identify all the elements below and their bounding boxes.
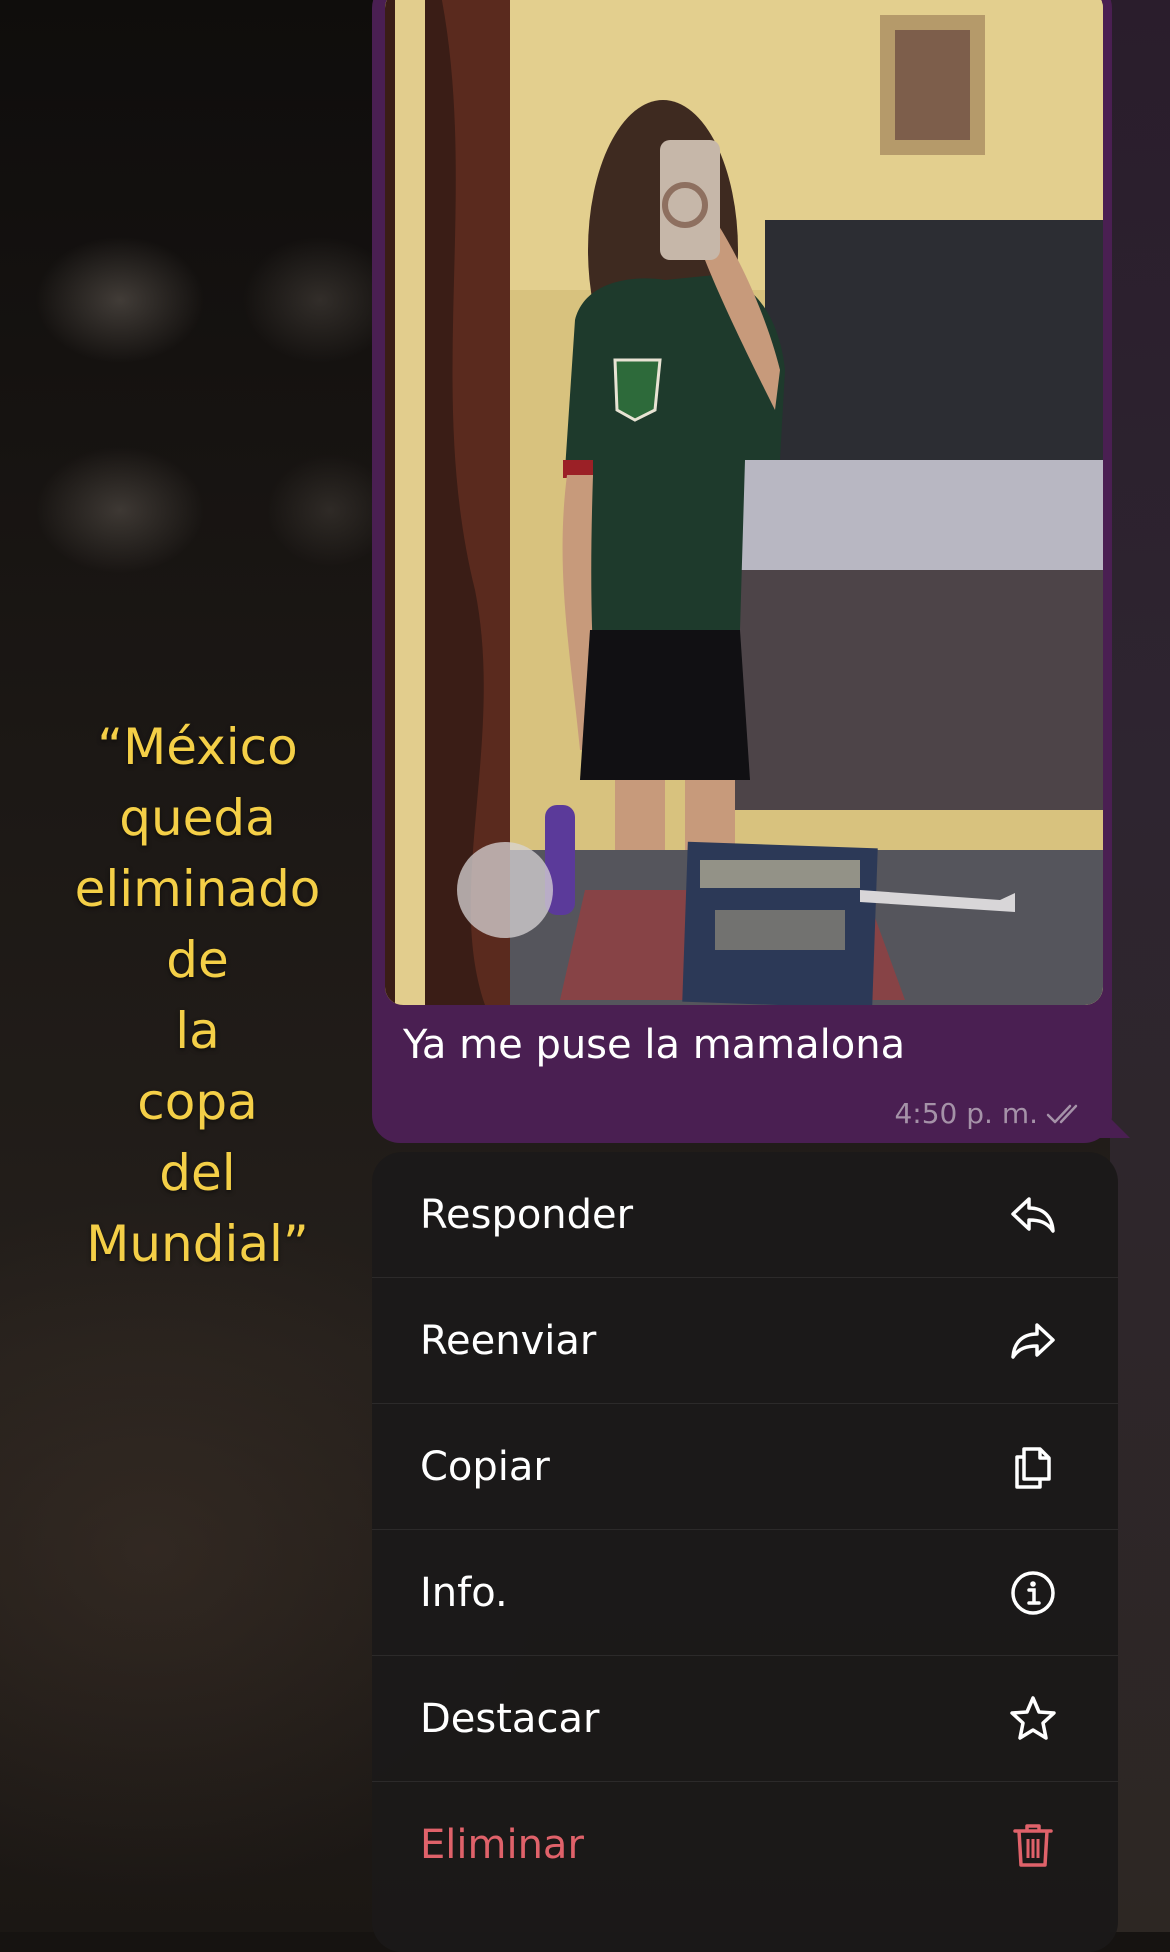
menu-item-label: Reenviar	[420, 1317, 597, 1364]
caption-line: copa	[137, 1073, 258, 1131]
caption-line: queda	[119, 789, 276, 847]
message-photo[interactable]	[385, 0, 1103, 1005]
info-icon	[1006, 1566, 1060, 1620]
menu-item-label: Info.	[420, 1569, 508, 1616]
message-time: 4:50 p. m.	[894, 1097, 1038, 1130]
forward-icon	[1006, 1314, 1060, 1368]
double-check-icon	[1046, 1104, 1078, 1123]
caption-line: de	[166, 931, 229, 989]
background-strip	[1110, 0, 1170, 1932]
menu-item-forward[interactable]: Reenviar	[372, 1278, 1118, 1404]
menu-item-info[interactable]: Info.	[372, 1530, 1118, 1656]
caption-overlay: “México queda eliminado de la copa del M…	[40, 712, 355, 1280]
menu-item-label: Copiar	[420, 1443, 550, 1490]
reply-icon	[1006, 1188, 1060, 1242]
menu-item-reply[interactable]: Responder	[372, 1152, 1118, 1278]
mirror-selfie-image	[385, 0, 1103, 1005]
menu-item-label: Eliminar	[420, 1822, 584, 1868]
menu-item-copy[interactable]: Copiar	[372, 1404, 1118, 1530]
menu-item-star[interactable]: Destacar	[372, 1656, 1118, 1782]
caption-line: del	[159, 1144, 236, 1202]
message-meta: 4:50 p. m.	[894, 1097, 1086, 1130]
context-menu: Responder Reenviar Copiar Info. Destacar…	[372, 1152, 1118, 1952]
star-icon	[1006, 1692, 1060, 1746]
menu-item-label: Responder	[420, 1191, 634, 1238]
caption-line: “México	[97, 718, 298, 776]
trash-icon	[1006, 1818, 1060, 1872]
caption-line: Mundial”	[86, 1215, 309, 1273]
copy-icon	[1006, 1440, 1060, 1494]
menu-item-label: Destacar	[420, 1695, 600, 1742]
message-text: Ya me puse la mamalona	[403, 1022, 906, 1068]
caption-line: la	[175, 1002, 220, 1060]
caption-line: eliminado	[74, 860, 321, 918]
menu-item-delete[interactable]: Eliminar	[372, 1782, 1118, 1908]
